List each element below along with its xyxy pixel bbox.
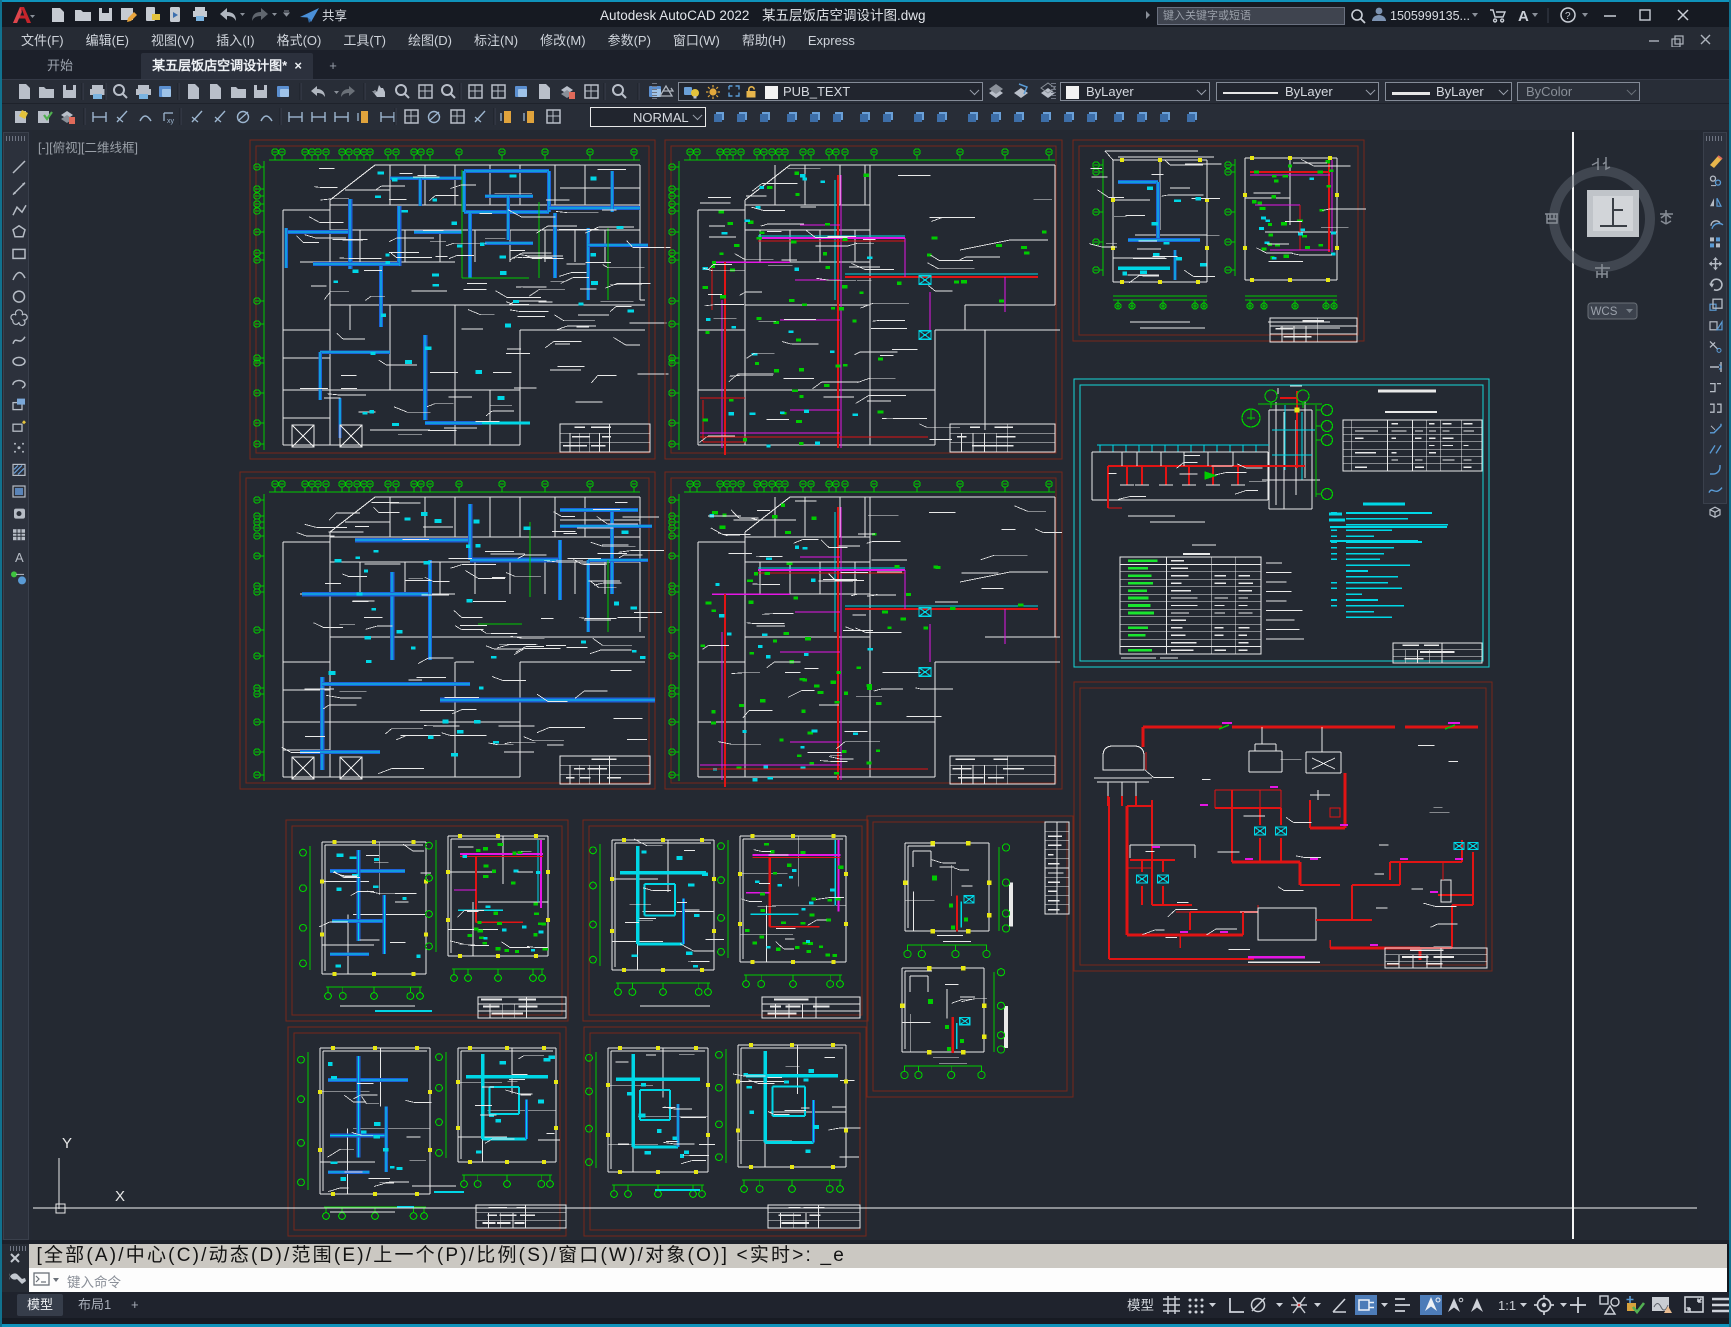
svg-text:某五层饭店空调设计图.dwg: 某五层饭店空调设计图.dwg bbox=[762, 8, 926, 23]
svg-text:共享: 共享 bbox=[322, 8, 347, 23]
svg-text:X: X bbox=[115, 1188, 125, 1205]
svg-text:A: A bbox=[15, 550, 24, 565]
svg-text:1505999135...: 1505999135... bbox=[1390, 9, 1470, 23]
svg-text:WCS: WCS bbox=[1591, 306, 1618, 318]
svg-text:Autodesk AutoCAD 2022: Autodesk AutoCAD 2022 bbox=[600, 8, 749, 23]
svg-text:[-][俯视][二维线框]: [-][俯视][二维线框] bbox=[38, 140, 138, 155]
svg-text:A: A bbox=[1518, 8, 1529, 25]
svg-text:模型: 模型 bbox=[1127, 1298, 1154, 1313]
svg-text:Y: Y bbox=[62, 1135, 72, 1152]
svg-text:?: ? bbox=[1565, 11, 1571, 22]
svg-text:xy: xy bbox=[167, 118, 175, 125]
svg-text:1:1: 1:1 bbox=[1498, 1298, 1516, 1313]
